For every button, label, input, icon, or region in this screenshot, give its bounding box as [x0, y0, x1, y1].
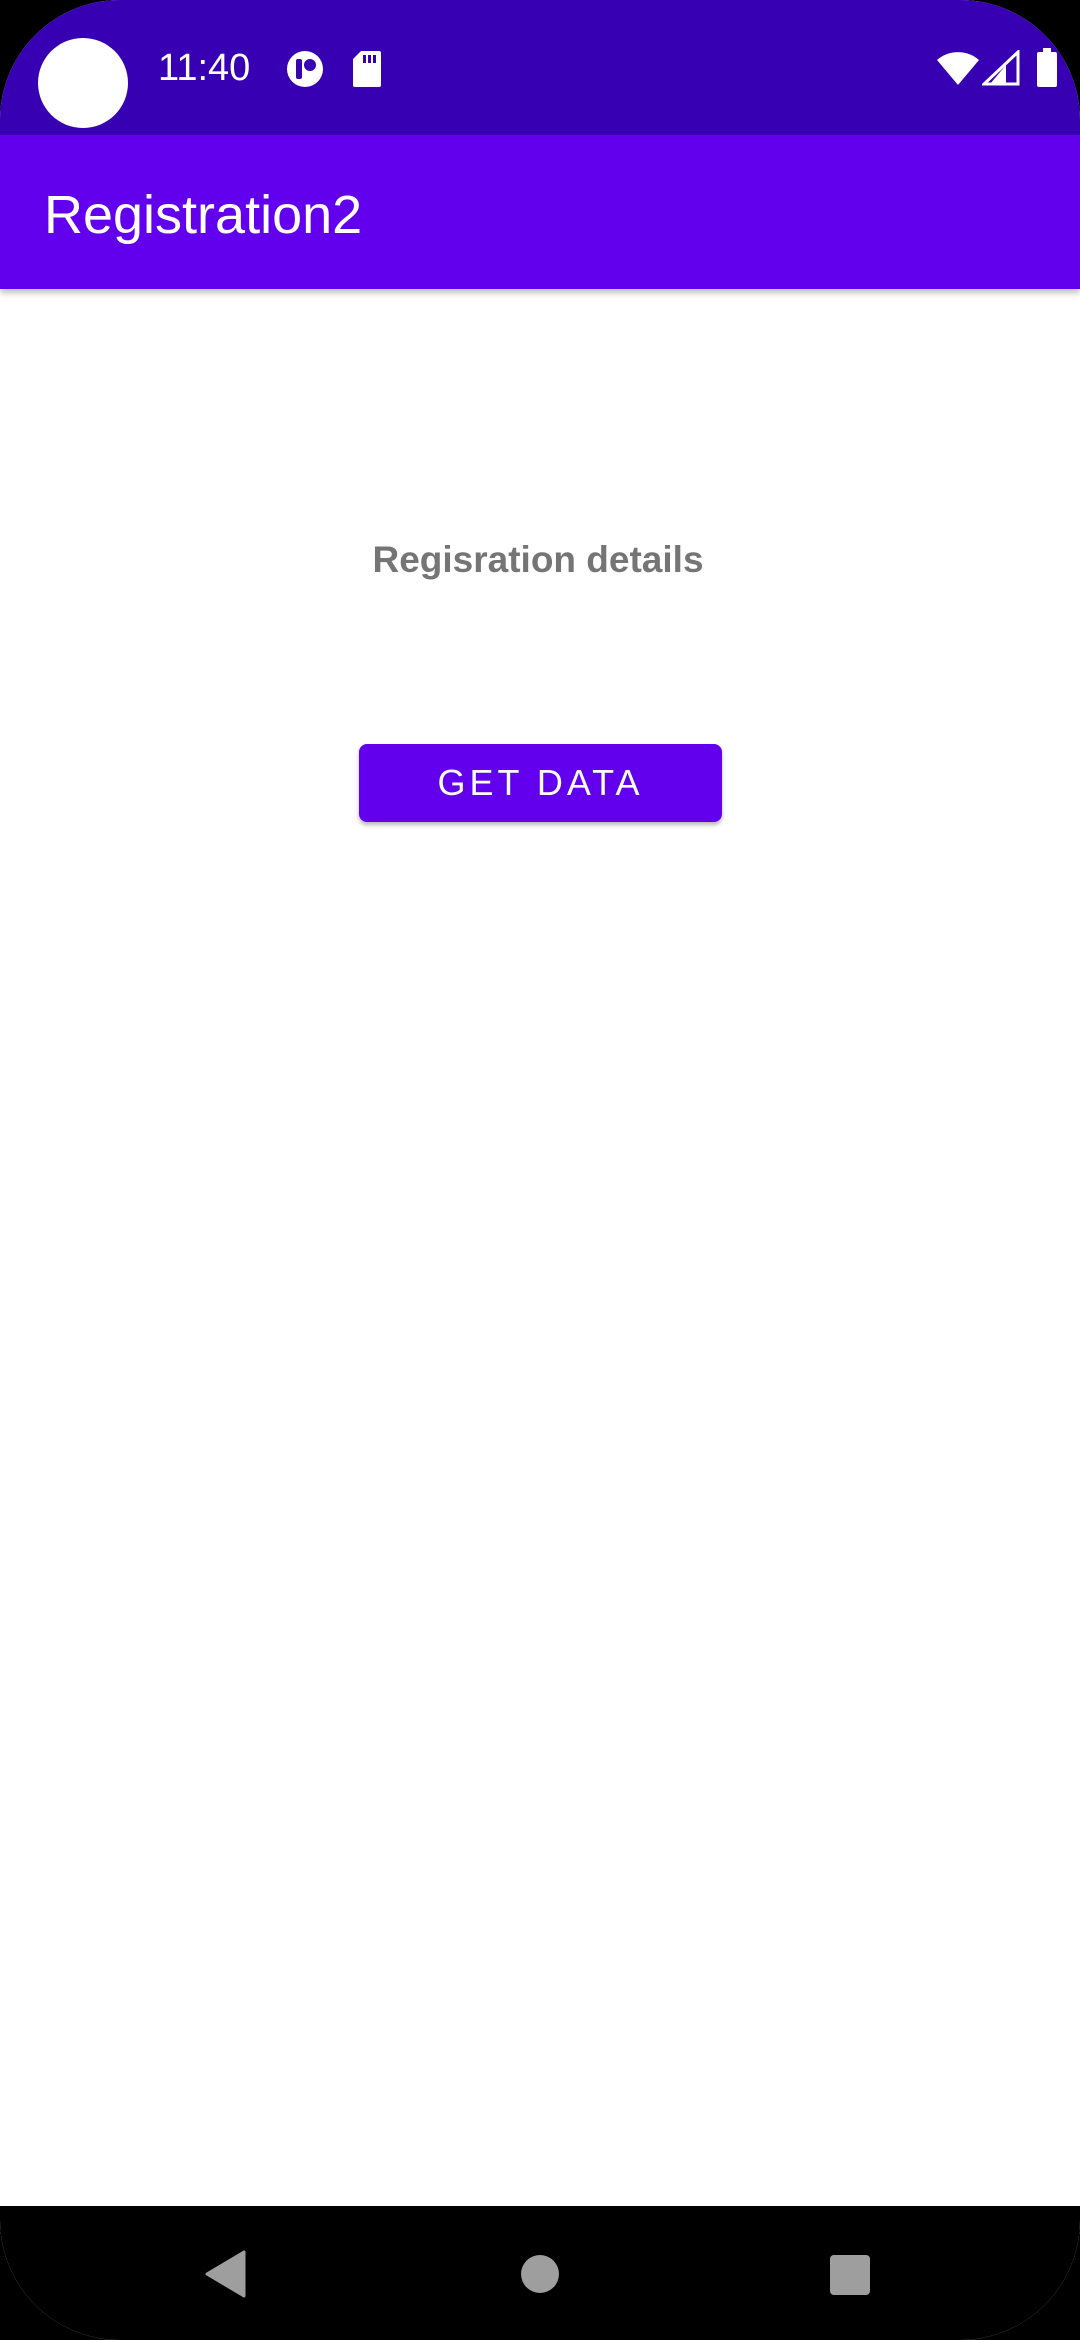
app-bar: Registration2 — [0, 135, 1080, 289]
home-icon[interactable] — [520, 2254, 560, 2294]
battery-icon — [1037, 48, 1057, 87]
signal-icon — [982, 50, 1020, 86]
app-title: Registration2 — [44, 185, 363, 245]
status-time: 11:40 — [158, 47, 251, 89]
navigation-bar — [0, 2206, 1080, 2340]
phone-screen: 11:40 Registration2 Regisration details … — [0, 0, 1080, 2340]
sd-card-icon — [353, 51, 381, 87]
recents-icon[interactable] — [829, 2254, 871, 2296]
camera-cutout — [38, 38, 128, 128]
wifi-icon — [937, 52, 979, 85]
status-bar: 11:40 — [0, 0, 1080, 135]
notification-icon — [287, 51, 323, 87]
registration-details-label: Regisration details — [372, 539, 704, 580]
get-data-button[interactable]: GET DATA — [359, 744, 722, 822]
back-icon[interactable] — [204, 2250, 248, 2298]
